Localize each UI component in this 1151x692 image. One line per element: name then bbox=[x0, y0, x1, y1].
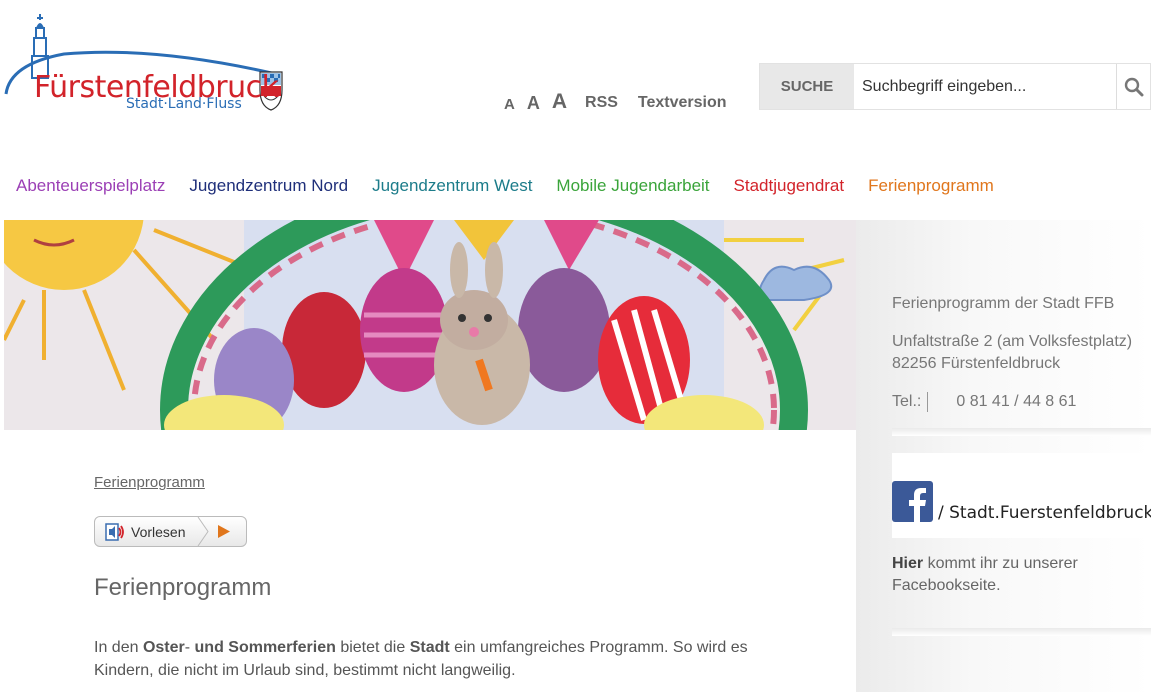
address-line-1: Unfaltstraße 2 (am Volksfestplatz) bbox=[892, 333, 1133, 350]
speaker-icon bbox=[105, 522, 124, 541]
phone-divider bbox=[927, 392, 929, 412]
facebook-icon bbox=[892, 481, 933, 522]
search-button[interactable] bbox=[1116, 64, 1150, 109]
address-line-2: 82256 Fürstenfeldbruck bbox=[892, 355, 1061, 372]
facebook-description: Hier kommt ihr zu unserer Facebookseite. bbox=[892, 553, 1151, 597]
vorlesen-label: Vorlesen bbox=[131, 523, 186, 540]
para-text: - bbox=[184, 639, 195, 656]
nav-item-jugendzentrum-nord[interactable]: Jugendzentrum Nord bbox=[189, 176, 348, 196]
para-bold-sommerferien: und Sommerferien bbox=[194, 639, 336, 656]
nav-item-jugendzentrum-west[interactable]: Jugendzentrum West bbox=[372, 176, 532, 196]
phone-number[interactable]: 0 81 41 / 44 8 61 bbox=[956, 391, 1076, 413]
search-input[interactable] bbox=[854, 64, 1116, 109]
nav-item-mobile-jugendarbeit[interactable]: Mobile Jugendarbeit bbox=[556, 176, 709, 196]
site-logo[interactable]: Fürstenfeldbruck Stadt·Land·Fluss bbox=[4, 14, 294, 114]
sidebar-phone: Tel.: 0 81 41 / 44 8 61 bbox=[892, 391, 1076, 413]
rss-link[interactable]: RSS bbox=[585, 94, 618, 112]
font-size-large-button[interactable]: A bbox=[552, 91, 567, 112]
facebook-handle: / Stadt.Fuerstenfeldbruck bbox=[938, 503, 1151, 523]
textversion-link[interactable]: Textversion bbox=[638, 94, 727, 112]
vorlesen-button[interactable]: Vorlesen bbox=[94, 516, 247, 547]
breadcrumb[interactable]: Ferienprogramm bbox=[94, 474, 205, 491]
sidebar-address: Unfaltstraße 2 (am Volksfestplatz) 82256… bbox=[892, 331, 1132, 375]
header-banner-image bbox=[4, 220, 856, 430]
font-size-small-button[interactable]: A bbox=[504, 97, 515, 112]
phone-label: Tel.: bbox=[892, 393, 922, 410]
search-label: SUCHE bbox=[760, 64, 854, 109]
main-navigation: Abenteuerspielplatz Jugendzentrum Nord J… bbox=[16, 176, 1018, 196]
play-icon bbox=[197, 517, 230, 546]
facebook-here-link[interactable]: Hier bbox=[892, 555, 923, 572]
para-text: bietet die bbox=[335, 639, 410, 656]
accessibility-toolbar: A A A RSS Textversion bbox=[504, 84, 739, 112]
page-title: Ferienprogramm bbox=[94, 574, 272, 601]
para-bold-stadt: Stadt bbox=[409, 639, 450, 656]
sidebar-org-name: Ferienprogramm der Stadt FFB bbox=[892, 295, 1115, 312]
facebook-link[interactable]: / Stadt.Fuerstenfeldbruck bbox=[892, 453, 1151, 538]
para-text: In den bbox=[94, 639, 143, 656]
sidebar-divider bbox=[892, 428, 1151, 436]
logo-subtitle: Stadt·Land·Fluss bbox=[126, 96, 242, 112]
para-bold-oster: Oster bbox=[142, 639, 185, 656]
nav-item-abenteuerspielplatz[interactable]: Abenteuerspielplatz bbox=[16, 176, 165, 196]
search-bar: SUCHE bbox=[759, 63, 1151, 110]
nav-item-stadtjugendrat[interactable]: Stadtjugendrat bbox=[734, 176, 845, 196]
intro-paragraph: In den Oster- und Sommerferien bietet di… bbox=[94, 636, 794, 682]
nav-item-ferienprogramm[interactable]: Ferienprogramm bbox=[868, 176, 994, 196]
sidebar-divider-2 bbox=[892, 628, 1151, 636]
font-size-medium-button[interactable]: A bbox=[527, 94, 540, 112]
search-icon bbox=[1124, 77, 1143, 96]
